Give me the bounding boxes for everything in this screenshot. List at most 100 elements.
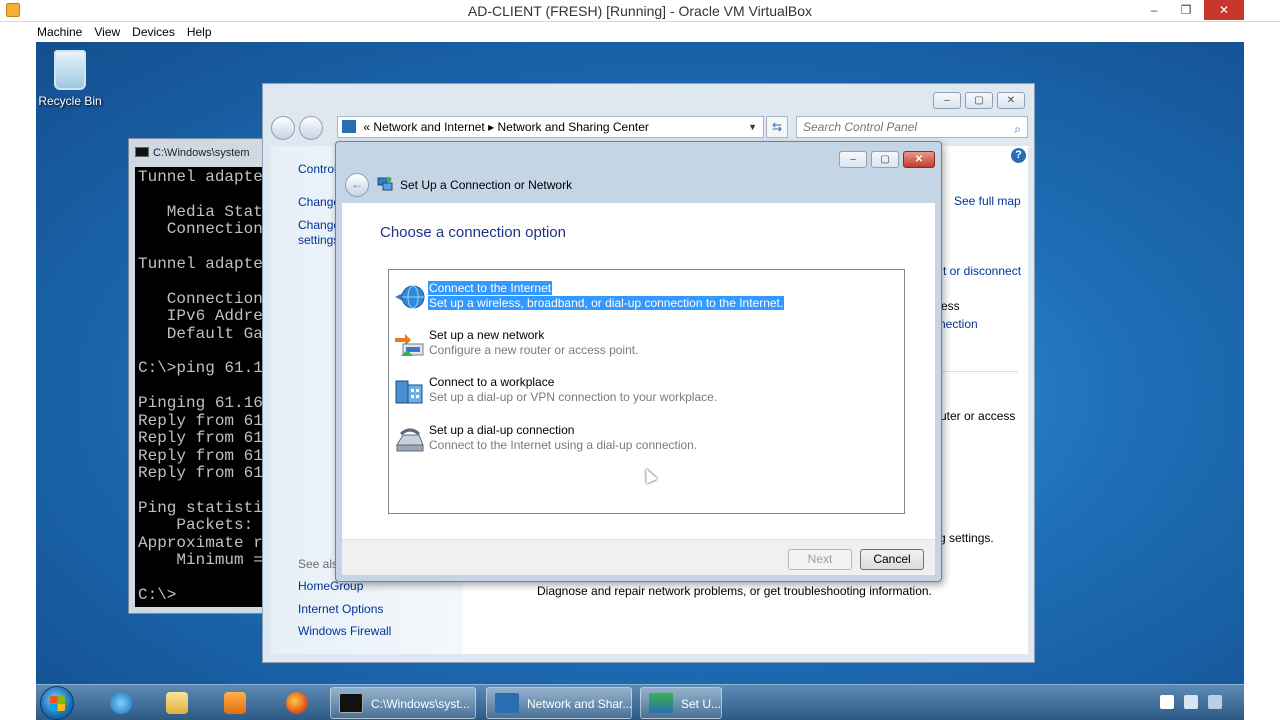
task-network-sharing[interactable]: Network and Shar... [486, 687, 632, 719]
option-desc: Connect to the Internet using a dial-up … [429, 438, 698, 452]
media-player-icon [224, 692, 246, 714]
virtualbox-frame-right [1244, 42, 1280, 720]
next-button[interactable]: Next [788, 549, 852, 570]
cmd-icon [135, 147, 149, 157]
connection-link[interactable]: nection [939, 317, 978, 331]
start-button[interactable] [40, 686, 74, 720]
option-title: Set up a dial-up connection [429, 423, 575, 437]
sharing-settings-desc: g settings. [939, 531, 994, 545]
console-line: Packets: [138, 516, 254, 535]
breadcrumb-network-sharing-center[interactable]: Network and Sharing Center [498, 120, 649, 134]
dialog-footer: Next Cancel [342, 539, 935, 575]
console-line: Connection [138, 220, 263, 239]
access-type-text: ess [941, 299, 960, 313]
console-line: Reply from 61 [138, 411, 263, 430]
command-prompt-window[interactable]: C:\Windows\system Tunnel adapte Media St… [128, 138, 269, 614]
dialog-body: Choose a connection option Connect to th… [342, 203, 935, 575]
breadcrumb-overflow[interactable]: « [363, 120, 370, 134]
guest-desktop: Recycle Bin C:\Windows\system Tunnel ada… [36, 42, 1244, 684]
internet-options-link[interactable]: Internet Options [298, 602, 383, 616]
console-line: Media Stat [138, 202, 263, 221]
pinned-media-player[interactable] [208, 687, 262, 719]
dialog-title: Set Up a Connection or Network [400, 178, 573, 192]
console-line: C:\>ping 61.1 [138, 359, 263, 378]
back-arrow-icon[interactable]: ← [345, 173, 369, 197]
setup-network-icon [649, 693, 673, 713]
virtualbox-frame-left [0, 42, 36, 720]
search-box[interactable]: ⌕ [796, 116, 1028, 138]
option-workplace[interactable]: Connect to a workplace Set up a dial-up … [393, 375, 893, 419]
option-title: Connect to a workplace [429, 375, 555, 389]
breadcrumb-network-and-internet[interactable]: Network and Internet [373, 120, 484, 134]
menu-view[interactable]: View [88, 22, 126, 39]
maximize-icon[interactable]: ▢ [871, 151, 899, 168]
pinned-internet-explorer[interactable] [94, 687, 148, 719]
troubleshoot-desc: Diagnose and repair network problems, or… [537, 584, 932, 598]
help-icon[interactable]: ? [1011, 148, 1026, 163]
control-panel-home-link[interactable]: Control [298, 162, 337, 176]
minimize-icon[interactable]: – [933, 92, 961, 109]
see-full-map-link[interactable]: See full map [954, 194, 1021, 208]
setup-router-desc: uter or access [940, 409, 1016, 423]
router-icon [395, 334, 424, 356]
change-adapter-settings-link[interactable]: Change [298, 195, 340, 209]
task-cmd[interactable]: C:\Windows\syst... [330, 687, 476, 719]
volume-icon[interactable] [1208, 695, 1222, 709]
restore-icon[interactable]: ❐ [1172, 0, 1200, 20]
minimize-icon[interactable]: – [1140, 0, 1168, 20]
maximize-icon[interactable]: ▢ [965, 92, 993, 109]
chevron-right-icon[interactable]: ▸ [488, 120, 494, 134]
pinned-explorer[interactable] [150, 687, 204, 719]
back-button[interactable] [271, 116, 295, 140]
connect-or-disconnect-link[interactable]: t or disconnect [943, 264, 1021, 278]
system-tray [1154, 685, 1244, 719]
option-dialup[interactable]: Set up a dial-up connection Connect to t… [393, 423, 893, 467]
console-line: Default Ga [138, 324, 263, 343]
network-status-icon[interactable] [1184, 695, 1198, 709]
menu-devices[interactable]: Devices [126, 22, 181, 39]
network-icon [342, 120, 356, 133]
cmd-title-text: C:\Windows\system [153, 147, 250, 159]
search-input[interactable] [803, 118, 1003, 136]
option-desc: Set up a wireless, broadband, or dial-up… [428, 296, 785, 310]
cmd-console-output[interactable]: Tunnel adapte Media Stat Connection Tunn… [135, 167, 269, 607]
console-line: Tunnel adapte [138, 255, 263, 274]
network-setup-icon [377, 177, 393, 191]
change-sharing-settings-link[interactable]: Change [298, 218, 340, 232]
recycle-bin-shortcut[interactable]: Recycle Bin [38, 50, 102, 108]
option-desc: Configure a new router or access point. [429, 343, 639, 357]
close-icon[interactable]: ✕ [1204, 0, 1244, 20]
virtualbox-window-title: AD-CLIENT (FRESH) [Running] - Oracle VM … [467, 3, 813, 19]
change-sharing-settings-link-2[interactable]: settings [298, 233, 339, 247]
taskbar: C:\Windows\syst... Network and Shar... S… [36, 684, 1244, 720]
cancel-button[interactable]: Cancel [860, 549, 924, 570]
close-icon[interactable]: ✕ [903, 151, 935, 168]
console-line: Pinging 61.16 [138, 394, 263, 413]
option-new-network[interactable]: Set up a new network Configure a new rou… [393, 328, 893, 372]
option-title: Connect to the Internet [428, 281, 553, 295]
forward-button[interactable] [299, 116, 323, 140]
virtualbox-title-bar: AD-CLIENT (FRESH) [Running] - Oracle VM … [0, 0, 1280, 22]
option-connect-internet[interactable]: Connect to the Internet Set up a wireles… [393, 281, 893, 325]
close-icon[interactable]: ✕ [997, 92, 1025, 109]
action-center-icon[interactable] [1160, 695, 1174, 709]
menu-machine[interactable]: Machine [0, 22, 88, 39]
phone-icon [396, 428, 424, 452]
menu-help[interactable]: Help [181, 22, 218, 39]
task-setup-connection[interactable]: Set U... [640, 687, 722, 719]
address-bar[interactable]: « Network and Internet ▸ Network and Sha… [337, 116, 764, 138]
minimize-icon[interactable]: – [839, 151, 867, 168]
chevron-down-icon[interactable]: ▼ [748, 117, 757, 137]
search-icon[interactable]: ⌕ [1014, 119, 1021, 139]
refresh-icon[interactable]: ⇆ [766, 116, 788, 138]
virtualbox-menu-bar: Machine View Devices Help [0, 22, 1280, 42]
windows-firewall-link[interactable]: Windows Firewall [298, 624, 391, 638]
console-line: Reply from 61 [138, 446, 263, 465]
folder-icon [166, 692, 188, 714]
cmd-icon [339, 693, 363, 713]
pinned-firefox[interactable] [270, 687, 324, 719]
